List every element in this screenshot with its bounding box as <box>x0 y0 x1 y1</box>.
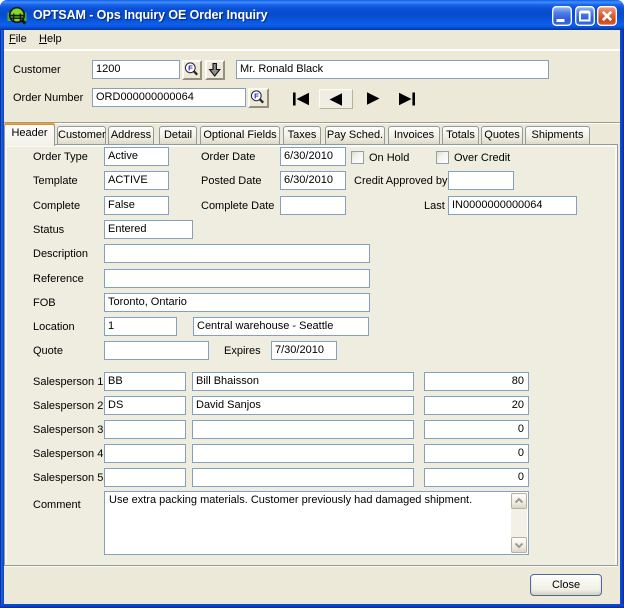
svg-text:F: F <box>254 92 259 101</box>
svg-text:F: F <box>188 64 193 73</box>
